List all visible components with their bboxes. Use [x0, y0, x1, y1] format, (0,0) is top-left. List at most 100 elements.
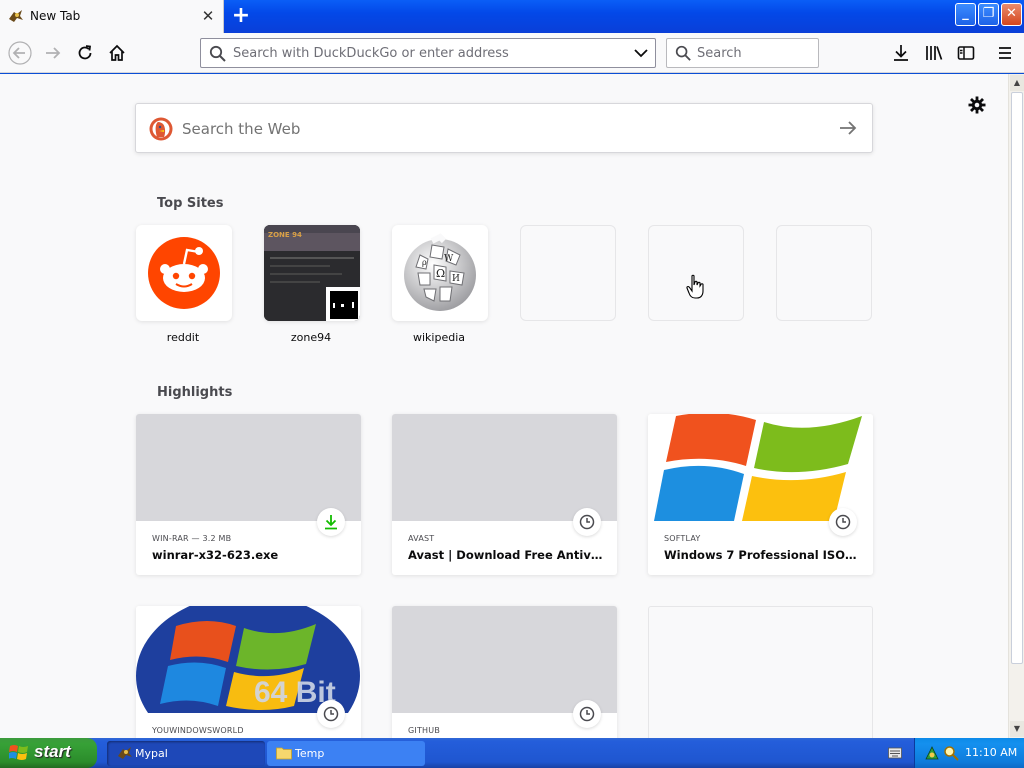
- forward-button[interactable]: [40, 40, 66, 66]
- mypal-icon: [9, 10, 23, 22]
- svg-text:ρ: ρ: [422, 258, 427, 267]
- minimize-button[interactable]: _: [955, 3, 976, 26]
- menu-button[interactable]: [992, 40, 1018, 66]
- top-site-empty-slot[interactable]: [776, 225, 872, 321]
- network-icon[interactable]: [924, 745, 940, 761]
- title-bar: New Tab ✕ + _ ❐ ✕: [0, 0, 1024, 33]
- top-site-tile[interactable]: [136, 225, 232, 321]
- scroll-up-arrow-icon[interactable]: ▲: [1010, 75, 1024, 91]
- magnifier-icon[interactable]: [943, 745, 959, 761]
- hamburger-icon: [999, 47, 1011, 59]
- highlight-card[interactable]: 64 Bit YOUWINDOWSWORLD: [136, 606, 361, 738]
- scroll-down-arrow-icon[interactable]: ▼: [1010, 721, 1024, 737]
- url-bar[interactable]: [200, 38, 656, 68]
- card-context: WIN-RAR — 3.2 MB: [152, 534, 232, 543]
- card-title: Avast | Download Free Antivirus ...: [408, 548, 604, 562]
- card-badge: [573, 700, 601, 728]
- card-context: SOFTLAY: [664, 534, 701, 543]
- card-title: Windows 7 Professional ISO 32/...: [664, 548, 860, 562]
- tab-new-tab[interactable]: New Tab ✕: [0, 0, 224, 33]
- taskbar-button-temp[interactable]: Temp: [267, 741, 425, 766]
- tab-close-icon[interactable]: ✕: [200, 7, 216, 25]
- reload-icon: [78, 45, 92, 60]
- card-context: AVAST: [408, 534, 435, 543]
- svg-text:ZONE 94: ZONE 94: [268, 231, 302, 239]
- wikipedia-icon: Ω W ρ И: [404, 233, 476, 311]
- download-icon: [325, 515, 337, 530]
- start-button[interactable]: start: [0, 738, 97, 768]
- nav-toolbar: [0, 33, 1024, 73]
- library-button[interactable]: [921, 40, 947, 66]
- highlight-card[interactable]: SOFTLAY Windows 7 Professional ISO 32/..…: [648, 414, 873, 575]
- highlight-card[interactable]: WIN-RAR — 3.2 MB winrar-x32-623.exe: [136, 414, 361, 575]
- search-icon: [209, 45, 226, 62]
- taskbar-button-mypal[interactable]: Mypal: [107, 741, 265, 766]
- card-thumbnail: [392, 606, 617, 713]
- reddit-icon: [148, 237, 220, 309]
- taskbar-button-label: Temp: [295, 747, 325, 760]
- back-arrow-icon: [8, 41, 32, 65]
- top-site-label: zone94: [290, 331, 332, 344]
- card-context: GITHUB: [408, 726, 441, 735]
- card-badge: [573, 508, 601, 536]
- vertical-scrollbar[interactable]: ▲ ▼: [1008, 74, 1024, 738]
- card-badge: [829, 508, 857, 536]
- svg-text:И: И: [452, 274, 460, 284]
- forward-arrow-icon: [46, 47, 61, 59]
- top-site-label: wikipedia: [412, 331, 465, 344]
- gear-icon[interactable]: [967, 95, 987, 115]
- chevron-down-icon[interactable]: [633, 45, 649, 61]
- top-site-empty-slot[interactable]: [520, 225, 616, 321]
- clock-icon: [579, 514, 595, 530]
- top-site-label: reddit: [166, 331, 200, 344]
- top-site-empty-slot[interactable]: [648, 225, 744, 321]
- windows-flag-icon: [9, 745, 28, 760]
- highlight-empty-slot: [648, 606, 873, 738]
- highlight-card[interactable]: GITHUB: [392, 606, 617, 738]
- taskbar-button-label: Mypal: [135, 747, 168, 760]
- new-tab-button[interactable]: +: [228, 3, 254, 29]
- arrow-right-icon[interactable]: [838, 118, 858, 138]
- search-bar[interactable]: [666, 38, 819, 68]
- clock-icon: [323, 706, 339, 722]
- sidebar-icon: [957, 46, 975, 60]
- library-icon: [926, 46, 943, 60]
- search-icon: [675, 45, 691, 61]
- card-thumbnail: [648, 414, 873, 521]
- card-thumbnail: 64 Bit: [136, 606, 361, 713]
- top-sites-heading: Top Sites: [157, 196, 224, 211]
- web-search-input[interactable]: [182, 118, 782, 140]
- highlight-card[interactable]: AVAST Avast | Download Free Antivirus ..…: [392, 414, 617, 575]
- duckduckgo-logo: [149, 117, 173, 141]
- highlights-heading: Highlights: [157, 385, 233, 400]
- card-context: YOUWINDOWSWORLD: [152, 726, 244, 735]
- clock: 11:10 AM: [965, 746, 1018, 759]
- close-button[interactable]: ✕: [1001, 3, 1022, 26]
- start-label: start: [34, 742, 71, 761]
- scrollbar-thumb[interactable]: [1011, 92, 1023, 664]
- windows-64bit-image: 64 Bit: [136, 606, 360, 713]
- restore-button[interactable]: ❐: [978, 3, 999, 26]
- folder-icon: [276, 747, 292, 760]
- top-site-tile[interactable]: ZONE 94: [264, 225, 360, 321]
- card-badge: [317, 508, 345, 536]
- reload-button[interactable]: [72, 40, 98, 66]
- url-input[interactable]: [233, 43, 623, 63]
- sidebar-button[interactable]: [953, 40, 979, 66]
- system-tray: 11:10 AM: [914, 738, 1024, 768]
- search-input[interactable]: [697, 43, 812, 63]
- home-button[interactable]: [104, 40, 130, 66]
- tab-title: New Tab: [30, 9, 81, 23]
- mypal-icon: [118, 747, 132, 759]
- clock-icon: [579, 706, 595, 722]
- new-tab-page: Top Sites reddit ZONE 94: [0, 74, 1008, 738]
- card-thumbnail: [392, 414, 617, 521]
- downloads-button[interactable]: [888, 40, 914, 66]
- top-site-tile[interactable]: Ω W ρ И: [392, 225, 488, 321]
- clock-icon: [835, 514, 851, 530]
- back-button[interactable]: [7, 40, 33, 66]
- keyboard-icon[interactable]: [888, 747, 902, 759]
- web-search-box[interactable]: [135, 103, 873, 153]
- card-title: winrar-x32-623.exe: [152, 548, 279, 562]
- card-badge: [317, 700, 345, 728]
